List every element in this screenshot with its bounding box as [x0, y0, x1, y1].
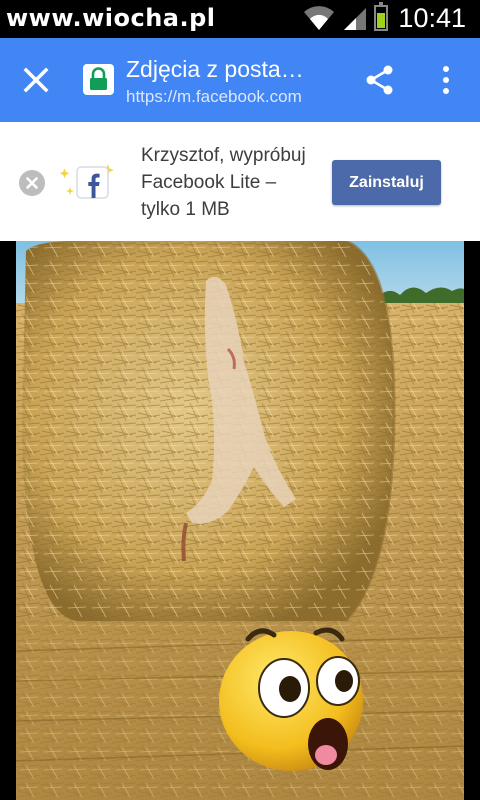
- surprised-emoji: [219, 627, 363, 771]
- banner-message-line: Krzysztof, wypróbuj: [141, 145, 306, 166]
- clock: 10:41: [398, 3, 466, 33]
- banner-message-line: Facebook Lite –: [141, 172, 277, 193]
- post-photo[interactable]: [16, 241, 464, 800]
- lock-icon[interactable]: [83, 64, 114, 95]
- status-bar: www.wiocha.pl 10:41: [0, 0, 480, 38]
- browser-toolbar: Zdjęcia z posta… https://m.facebook.com: [0, 38, 480, 122]
- more-vert-icon[interactable]: [436, 64, 456, 96]
- banner-message-line: tylko 1 MB: [141, 199, 230, 220]
- watermark: www.wiocha.pl: [6, 4, 216, 32]
- install-button[interactable]: Zainstaluj: [332, 160, 441, 205]
- share-icon[interactable]: [362, 62, 398, 98]
- banner-message: Krzysztof, wypróbuj Facebook Lite – tylk…: [141, 142, 331, 223]
- hay-bale-photo: [16, 241, 464, 800]
- page-title: Zdjęcia z posta…: [126, 56, 304, 82]
- signal-icon: [344, 8, 366, 30]
- dismiss-icon[interactable]: [19, 170, 45, 196]
- close-icon[interactable]: [18, 62, 54, 98]
- page-url: https://m.facebook.com: [126, 87, 302, 106]
- install-banner: Krzysztof, wypróbuj Facebook Lite – tylk…: [0, 122, 480, 241]
- battery-icon: [374, 2, 388, 31]
- wifi-icon: [304, 6, 334, 30]
- facebook-icon: [59, 164, 114, 199]
